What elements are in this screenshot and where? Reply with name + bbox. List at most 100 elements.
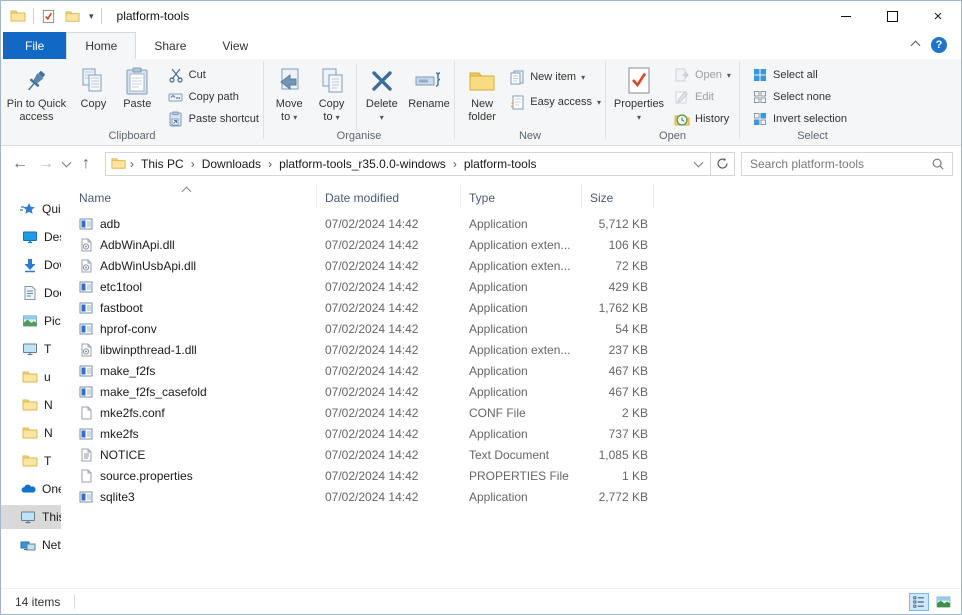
close-button[interactable]: × — [915, 1, 961, 31]
file-row[interactable]: NOTICE07/02/2024 14:42Text Document1,085… — [61, 444, 961, 465]
column-header-size[interactable]: Size — [582, 183, 654, 209]
sidebar-item-quick-access[interactable]: Quick access — [1, 197, 61, 221]
refresh-icon — [716, 157, 729, 170]
help-icon[interactable]: ? — [931, 37, 947, 53]
properties-button[interactable]: Properties▾ — [610, 62, 668, 125]
monitor-icon — [22, 341, 38, 357]
file-name-cell: adb — [61, 217, 317, 231]
file-name-cell: AdbWinUsbApi.dll — [61, 259, 317, 273]
file-row[interactable]: sqlite307/02/2024 14:42Application2,772 … — [61, 486, 961, 507]
details-view-button[interactable] — [909, 593, 929, 611]
qat-customize-arrow-icon[interactable]: ▾ — [89, 11, 94, 22]
file-row[interactable]: make_f2fs07/02/2024 14:42Application467 … — [61, 360, 961, 381]
file-row[interactable]: source.properties07/02/2024 14:42PROPERT… — [61, 465, 961, 486]
copy-path-button[interactable]: Copy path — [164, 88, 263, 106]
select-all-button[interactable]: Select all — [748, 66, 851, 84]
breadcrumb-segment[interactable]: This PC — [134, 157, 191, 171]
sidebar-item-downloads[interactable]: Downloads — [1, 253, 61, 277]
file-date-modified: 07/02/2024 14:42 — [317, 448, 461, 462]
easy-access-button[interactable]: Easy access ▾ — [505, 93, 605, 111]
file-date-modified: 07/02/2024 14:42 — [317, 385, 461, 399]
select-none-button[interactable]: Select none — [748, 88, 851, 106]
blank-file-icon — [79, 406, 93, 420]
file-size: 737 KB — [582, 427, 648, 441]
subgroup-separator — [356, 64, 357, 130]
sidebar-item-n[interactable]: N — [1, 393, 61, 417]
sidebar-item-network[interactable]: Network — [1, 533, 61, 557]
pin-to-quick-access-button[interactable]: Pin to Quick access — [1, 62, 72, 125]
maximize-button[interactable] — [869, 1, 915, 31]
file-row[interactable]: AdbWinUsbApi.dll07/02/2024 14:42Applicat… — [61, 255, 961, 276]
file-name-cell: sqlite3 — [61, 490, 317, 504]
invert-selection-button[interactable]: Invert selection — [748, 110, 851, 128]
recent-locations-button[interactable] — [59, 159, 73, 168]
breadcrumb-segment[interactable]: platform-tools_r35.0.0-windows — [272, 157, 453, 171]
dropdown-arrow-icon: ▾ — [581, 73, 585, 82]
breadcrumb-segment[interactable]: platform-tools — [457, 157, 544, 171]
file-row[interactable]: libwinpthread-1.dll07/02/2024 14:42Appli… — [61, 339, 961, 360]
sidebar-item-onedrive[interactable]: OneDrive — [1, 477, 61, 501]
sidebar-item-pictures[interactable]: Pictures — [1, 309, 61, 333]
file-name: AdbWinUsbApi.dll — [100, 259, 196, 273]
file-row[interactable]: make_f2fs_casefold07/02/2024 14:42Applic… — [61, 381, 961, 402]
sidebar-item-t[interactable]: T — [1, 337, 61, 361]
search-input[interactable] — [742, 157, 931, 171]
new-item-button[interactable]: New item ▾ — [505, 68, 605, 86]
address-bar[interactable]: › This PC›Downloads›platform-tools_r35.0… — [105, 152, 711, 176]
column-header-name[interactable]: Name — [61, 183, 317, 209]
file-row[interactable]: fastboot07/02/2024 14:42Application1,762… — [61, 297, 961, 318]
rename-icon — [414, 64, 444, 98]
tab-share[interactable]: Share — [136, 32, 204, 59]
qat-properties-icon[interactable] — [41, 9, 56, 24]
search-box[interactable] — [741, 152, 953, 176]
sidebar-item-label: Desktop — [44, 230, 61, 244]
up-button[interactable]: ↑ — [73, 151, 99, 177]
forward-button: → — [33, 151, 59, 177]
file-size: 1 KB — [582, 469, 648, 483]
copy-to-button[interactable]: Copyto ▾ — [310, 62, 352, 125]
thumbnails-view-button[interactable] — [933, 593, 953, 611]
easy-access-icon — [509, 94, 525, 110]
copy-pages-icon — [79, 64, 107, 98]
qat-new-folder-icon[interactable] — [65, 9, 80, 24]
delete-button[interactable]: Delete▾ — [360, 62, 404, 125]
file-date-modified: 07/02/2024 14:42 — [317, 217, 461, 231]
sidebar-item-documents[interactable]: Documents — [1, 281, 61, 305]
file-name-cell: NOTICE — [61, 448, 317, 462]
rename-button[interactable]: Rename — [404, 62, 454, 113]
copy-button[interactable]: Copy — [72, 62, 115, 113]
file-row[interactable]: mke2fs.conf07/02/2024 14:42CONF File2 KB — [61, 402, 961, 423]
sidebar-item-u[interactable]: u — [1, 365, 61, 389]
tab-home[interactable]: Home — [66, 32, 136, 59]
paste-shortcut-button[interactable]: Paste shortcut — [164, 110, 263, 128]
tab-view[interactable]: View — [204, 32, 266, 59]
paste-button[interactable]: Paste — [115, 62, 160, 113]
file-name-cell: mke2fs — [61, 427, 317, 441]
back-button[interactable]: ← — [7, 151, 33, 177]
breadcrumb-segment[interactable]: Downloads — [195, 157, 268, 171]
sidebar-item-n[interactable]: N — [1, 421, 61, 445]
sidebar-item-t[interactable]: T — [1, 449, 61, 473]
tab-file[interactable]: File — [3, 32, 66, 59]
pictures-icon — [22, 313, 38, 329]
cut-button[interactable]: Cut — [164, 66, 263, 84]
column-header-type[interactable]: Type — [461, 183, 582, 209]
file-name-cell: hprof-conv — [61, 322, 317, 336]
minimize-button[interactable] — [823, 1, 869, 31]
refresh-button[interactable] — [711, 152, 735, 176]
file-row[interactable]: adb07/02/2024 14:42Application5,712 KB — [61, 213, 961, 234]
file-size: 5,712 KB — [582, 217, 648, 231]
history-button[interactable]: History — [670, 110, 735, 128]
file-row[interactable]: AdbWinApi.dll07/02/2024 14:42Application… — [61, 234, 961, 255]
new-folder-button[interactable]: Newfolder — [461, 62, 503, 125]
column-header-date-modified[interactable]: Date modified — [317, 183, 461, 209]
sidebar-item-this-pc[interactable]: This PC — [1, 505, 61, 529]
address-dropdown-icon[interactable] — [687, 157, 710, 171]
file-row[interactable]: etc1tool07/02/2024 14:42Application429 K… — [61, 276, 961, 297]
downloads-icon — [22, 257, 38, 273]
file-row[interactable]: hprof-conv07/02/2024 14:42Application54 … — [61, 318, 961, 339]
sidebar-item-desktop[interactable]: Desktop — [1, 225, 61, 249]
file-row[interactable]: mke2fs07/02/2024 14:42Application737 KB — [61, 423, 961, 444]
move-to-button[interactable]: Moveto ▾ — [268, 62, 310, 125]
collapse-ribbon-icon[interactable] — [912, 38, 919, 52]
